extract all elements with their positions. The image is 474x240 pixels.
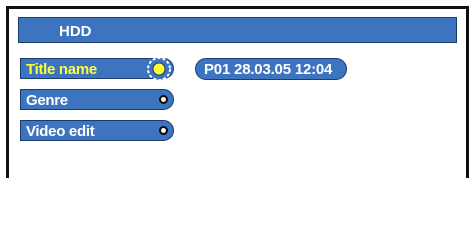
header-bar: HDD <box>18 17 457 43</box>
menu-item-genre[interactable]: Genre <box>20 89 174 110</box>
menu-item-label: Video edit <box>26 123 95 140</box>
title-name-text: P01 28.03.05 12:04 <box>204 61 333 78</box>
menu-bullet-icon <box>159 95 168 104</box>
menu-bullet-icon <box>159 126 168 135</box>
title-name-value: P01 28.03.05 12:04 <box>195 58 347 80</box>
menu-item-video-edit[interactable]: Video edit <box>20 120 174 141</box>
header-title: HDD <box>59 23 92 40</box>
menu-item-label: Genre <box>26 92 68 109</box>
menu-item-label: Title name <box>26 61 97 78</box>
selection-cursor-icon <box>147 57 171 81</box>
